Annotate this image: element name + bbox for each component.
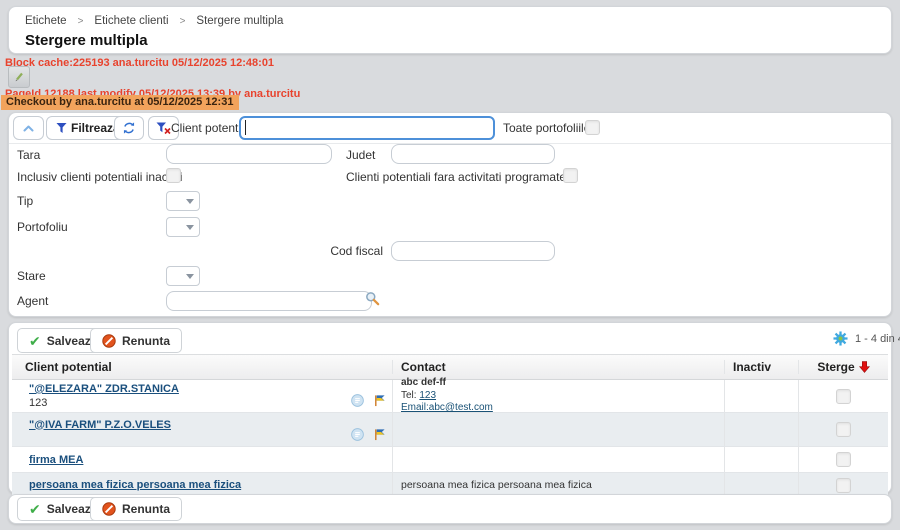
contact-name: abc def-ff xyxy=(401,377,446,388)
bottom-actions-panel: ✔ Salvează Renunta xyxy=(8,494,892,524)
edit-page-button[interactable] xyxy=(8,66,30,88)
funnel-icon xyxy=(56,122,67,134)
tel-label: Tel: xyxy=(401,390,419,401)
pencil-icon xyxy=(13,71,25,83)
toate-portofoliile-checkbox[interactable] xyxy=(585,120,600,135)
breadcrumb: Etichete > Etichete clienti > Stergere m… xyxy=(25,15,283,27)
agent-input[interactable] xyxy=(166,291,372,311)
contact-plain-text: persoana mea fizica persoana mea fizica xyxy=(401,479,724,491)
contact-cell xyxy=(392,413,724,446)
stare-label: Stare xyxy=(17,269,46,283)
cancel-button-top[interactable]: Renunta xyxy=(90,328,182,353)
portofoliu-label: Portofoliu xyxy=(17,220,68,234)
header-inactiv[interactable]: Inactiv xyxy=(724,360,798,374)
table-header-row: Client potential Contact Inactiv Sterge xyxy=(12,354,888,380)
text-caret xyxy=(245,120,246,135)
tel-link[interactable]: 123 xyxy=(419,390,436,401)
inactiv-cell xyxy=(724,447,798,472)
results-panel: ✔ Salvează Renunta 1 - 4 din 4 Client po… xyxy=(8,322,892,494)
cod-fiscal-input[interactable] xyxy=(391,241,555,261)
status-circle-icon[interactable] xyxy=(351,428,364,441)
collapse-panel-button[interactable] xyxy=(13,116,44,140)
chevron-up-icon xyxy=(23,125,34,132)
tip-label: Tip xyxy=(17,194,33,208)
breadcrumb-stergere-multipla[interactable]: Stergere multipla xyxy=(196,15,283,27)
sterge-checkbox[interactable] xyxy=(836,478,851,493)
breadcrumb-etichete-clienti[interactable]: Etichete clienti xyxy=(94,15,168,27)
refresh-icon xyxy=(122,121,136,135)
agent-search-icon[interactable] xyxy=(365,291,381,307)
flag-icon[interactable] xyxy=(373,428,386,441)
fara-activitati-checkbox[interactable] xyxy=(563,168,578,183)
table-row: firma MEA xyxy=(12,447,888,473)
sterge-checkbox[interactable] xyxy=(836,452,851,467)
cancel-button-label: Renunta xyxy=(122,334,170,348)
breadcrumb-etichete[interactable]: Etichete xyxy=(25,15,67,27)
cancel-button-label: Renunta xyxy=(122,502,170,516)
tara-label: Tara xyxy=(17,148,40,162)
client-link[interactable]: "@ELEZARA" ZDR.STANICA xyxy=(29,383,179,395)
filter-toolbar: Filtrează Client potential xyxy=(9,113,891,144)
flag-icon[interactable] xyxy=(373,394,386,407)
cancel-icon xyxy=(102,334,116,348)
filter-button-label: Filtrează xyxy=(71,121,120,135)
client-link[interactable]: firma MEA xyxy=(29,454,83,466)
cod-fiscal-label: Cod fiscal xyxy=(309,244,383,258)
cancel-icon xyxy=(102,502,116,516)
status-circle-icon[interactable] xyxy=(351,394,364,407)
tara-input[interactable] xyxy=(166,144,332,164)
gear-icon[interactable] xyxy=(833,331,848,346)
checkmark-icon: ✔ xyxy=(29,502,41,516)
breadcrumb-separator: > xyxy=(180,16,186,27)
sterge-checkbox[interactable] xyxy=(836,422,851,437)
judet-label: Judet xyxy=(346,148,375,162)
header-card: Etichete > Etichete clienti > Stergere m… xyxy=(8,6,892,54)
breadcrumb-separator: > xyxy=(78,16,84,27)
pager-range: 1 - 4 din 4 xyxy=(855,333,900,345)
table-row: "@ELEZARA" ZDR.STANICA 123 xyxy=(12,380,888,413)
checkmark-icon: ✔ xyxy=(29,334,41,348)
sterge-checkbox[interactable] xyxy=(836,389,851,404)
portofoliu-select[interactable] xyxy=(166,217,200,237)
inactiv-cell xyxy=(724,413,798,446)
filter-panel: Filtrează Client potential xyxy=(8,112,892,317)
agent-label: Agent xyxy=(17,294,48,308)
client-code: 123 xyxy=(29,397,352,409)
inclusiv-inactivi-label: Inclusiv clienti potentiali inactivi xyxy=(17,170,182,184)
page-title: Stergere multipla xyxy=(25,32,148,49)
header-contact[interactable]: Contact xyxy=(392,360,724,374)
block-cache-text: Block cache:225193 ana.turcitu 05/12/202… xyxy=(5,57,274,69)
client-potential-input[interactable] xyxy=(239,116,495,140)
client-link[interactable]: "@IVA FARM" P.Z.O.VELES xyxy=(29,419,171,431)
fara-activitati-label: Clienti potentiali fara activitati progr… xyxy=(346,170,566,184)
inclusiv-inactivi-checkbox[interactable] xyxy=(166,168,181,183)
toate-portofoliile-label: Toate portofoliile xyxy=(503,121,590,135)
cancel-button-bottom[interactable]: Renunta xyxy=(90,497,182,521)
red-down-arrow-icon xyxy=(859,361,870,373)
table-row: "@IVA FARM" P.Z.O.VELES xyxy=(12,413,888,447)
contact-cell xyxy=(392,447,724,472)
header-client-potential[interactable]: Client potential xyxy=(12,360,392,374)
tip-select[interactable] xyxy=(166,191,200,211)
results-table: Client potential Contact Inactiv Sterge … xyxy=(12,354,888,497)
judet-input[interactable] xyxy=(391,144,555,164)
clear-filter-icon xyxy=(156,122,171,135)
header-sterge[interactable]: Sterge xyxy=(798,360,888,374)
inactiv-cell xyxy=(724,380,798,412)
email-link[interactable]: Email:abc@test.com xyxy=(401,402,493,413)
refresh-button[interactable] xyxy=(114,116,144,140)
stare-select[interactable] xyxy=(166,266,200,286)
header-sterge-label: Sterge xyxy=(817,360,854,374)
checkout-banner: Checkout by ana.turcitu at 05/12/2025 12… xyxy=(1,95,239,110)
client-link[interactable]: persoana mea fizica persoana mea fizica xyxy=(29,479,241,491)
